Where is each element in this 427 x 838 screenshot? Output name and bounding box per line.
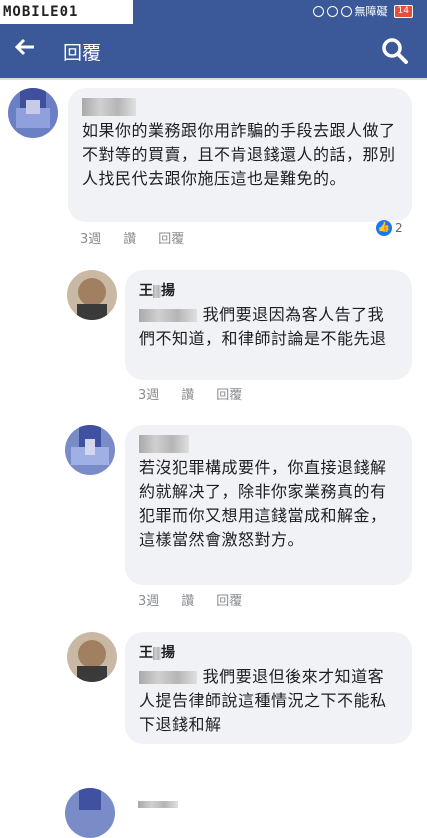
- status-bar: MOBILE01 無障礙 14: [0, 0, 427, 24]
- reply-button[interactable]: 回覆: [158, 228, 184, 247]
- reaction-count[interactable]: 👍 2: [376, 220, 403, 236]
- avatar[interactable]: [8, 88, 58, 138]
- comment-text: 如果你的業務跟你用詐騙的手段去跟人做了不對等的買賣，且不肯退錢還人的話，那別人找…: [82, 121, 396, 188]
- commenter-name[interactable]: [82, 98, 398, 116]
- like-button[interactable]: 讚: [123, 228, 136, 247]
- status-icons: 無障礙 14: [312, 3, 413, 19]
- comment-text: 我們要退但後來才知道客人提告律師說這種情況之下不能私下退錢和解: [139, 667, 387, 734]
- comment-bubble: 若沒犯罪構成要件，你直接退錢解約就解决了，除非你家業務真的有犯罪而你又想用這錢當…: [125, 425, 412, 585]
- commenter-name[interactable]: [138, 794, 178, 813]
- timestamp: 3週: [138, 388, 160, 403]
- timestamp: 3週: [80, 232, 102, 247]
- comment-actions: 3週 讚 回覆: [138, 590, 242, 609]
- cast-icon: [312, 5, 324, 17]
- back-arrow-icon[interactable]: [14, 36, 36, 64]
- alarm-icon: [340, 5, 352, 17]
- comment-actions: 3週 讚 回覆: [80, 228, 184, 247]
- page-title: 回覆: [63, 42, 102, 64]
- commenter-name[interactable]: [139, 435, 398, 453]
- like-button[interactable]: 讚: [181, 384, 194, 403]
- like-button[interactable]: 讚: [181, 590, 194, 609]
- commenter-name[interactable]: 王揚: [139, 642, 398, 662]
- avatar[interactable]: [65, 788, 115, 838]
- sync-icon: [326, 5, 338, 17]
- reply-button[interactable]: 回覆: [216, 590, 242, 609]
- comment-bubble: 如果你的業務跟你用詐騙的手段去跟人做了不對等的買賣，且不肯退錢還人的話，那別人找…: [68, 88, 412, 222]
- search-icon[interactable]: [381, 37, 409, 65]
- reply-button[interactable]: 回覆: [216, 384, 242, 403]
- watermark-logo: MOBILE01: [0, 0, 133, 24]
- timestamp: 3週: [138, 594, 160, 609]
- comment-actions: 3週 讚 回覆: [138, 384, 242, 403]
- avatar[interactable]: [67, 270, 117, 320]
- comment-text: 我們要退因為客人告了我們不知道，和律師討論是不能先退: [139, 305, 387, 348]
- comment-bubble: 王揚 我們要退但後來才知道客人提告律師說這種情況之下不能私下退錢和解: [125, 632, 412, 744]
- avatar[interactable]: [67, 632, 117, 682]
- network-status: 無障礙: [354, 5, 388, 18]
- divider: [0, 78, 427, 80]
- comment-text: 若沒犯罪構成要件，你直接退錢解約就解决了，除非你家業務真的有犯罪而你又想用這錢當…: [139, 458, 387, 549]
- like-reaction-icon: 👍: [376, 220, 392, 236]
- app-bar: 回覆: [0, 24, 427, 78]
- battery-indicator: 14: [393, 4, 413, 18]
- commenter-name[interactable]: 王揚: [139, 280, 398, 300]
- comment-bubble: 王揚 我們要退因為客人告了我們不知道，和律師討論是不能先退: [125, 270, 412, 380]
- avatar[interactable]: [65, 425, 115, 475]
